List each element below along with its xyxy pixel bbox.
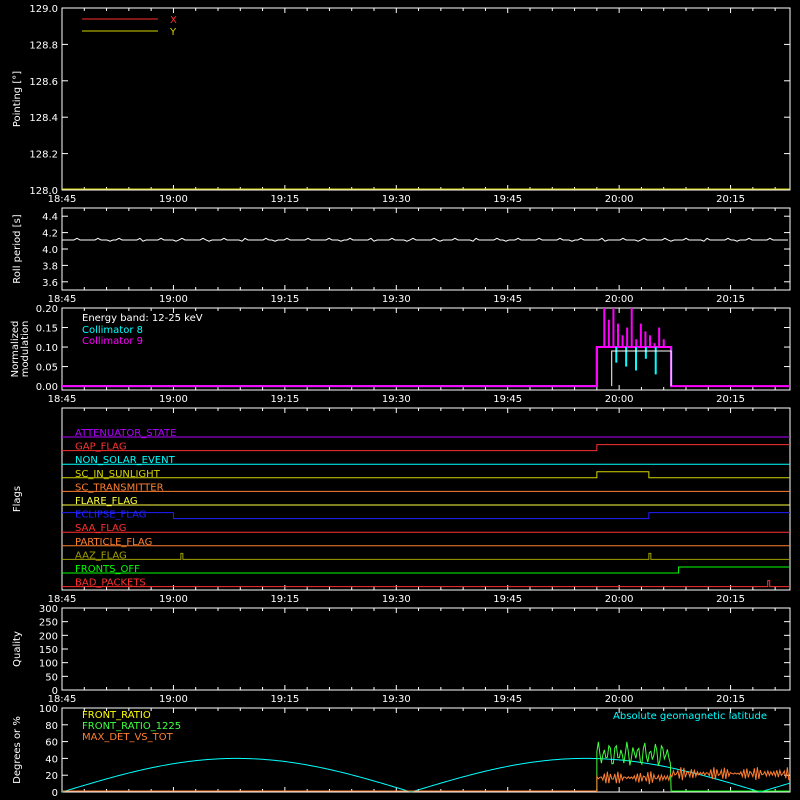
time-tick-label: 19:45 — [493, 194, 522, 205]
roll-ytick-label: 4.2 — [42, 229, 58, 240]
time-tick-label: 19:00 — [159, 394, 188, 405]
quality-ytick-label: 150 — [39, 645, 58, 656]
modulation-box — [611, 350, 672, 387]
geo-ytick-label: 20 — [45, 771, 58, 782]
time-tick-label: 19:45 — [493, 394, 522, 405]
time-tick-label: 20:00 — [605, 594, 634, 605]
time-tick-label: 19:15 — [270, 594, 299, 605]
modulation-series-2 — [62, 346, 790, 388]
geomagnetic-latitude-line — [61, 757, 791, 793]
quality-frame — [61, 607, 791, 691]
geo-ytick-label: 40 — [45, 754, 58, 765]
front-ratio-1225-line — [596, 741, 672, 793]
time-tick-label: 20:15 — [716, 194, 745, 205]
roll-frame — [61, 207, 791, 291]
modulation-ytick-label: 0.00 — [36, 382, 58, 393]
pointing-ytick-label: 129.0 — [29, 4, 58, 15]
time-tick-label: 20:15 — [716, 594, 745, 605]
time-tick-label: 20:15 — [716, 394, 745, 405]
time-tick-label: 19:30 — [382, 394, 411, 405]
modulation-ytick-label: 0.20 — [36, 304, 58, 315]
legend-label-ratio: FRONT_RATIO — [82, 710, 151, 721]
time-tick-label: 19:45 — [493, 294, 522, 305]
time-tick-label: 20:00 — [605, 394, 634, 405]
quality-ytick-label: 300 — [39, 604, 58, 615]
geo-ytick-label: 80 — [45, 721, 58, 732]
modulation-ytick-label: 0.05 — [36, 363, 58, 374]
time-tick-label: 19:30 — [382, 194, 411, 205]
quality-ylabel: Quality — [12, 631, 23, 667]
flag-line — [62, 512, 790, 520]
modulation-ytick-label: 0.10 — [36, 343, 58, 354]
flag-label: ECLIPSE_FLAG — [75, 510, 146, 521]
time-tick-label: 20:15 — [716, 294, 745, 305]
legend-label-ratio: MAX_DET_VS_TOT — [82, 732, 174, 743]
max-det-vs-tot-line — [596, 767, 790, 792]
legend-label-X: X — [170, 15, 177, 26]
time-tick-label: 19:15 — [270, 294, 299, 305]
legend-label-Y: Y — [169, 27, 177, 38]
flag-line — [62, 580, 790, 588]
roll-ylabel: Roll period [s] — [12, 214, 23, 283]
geo-ylabel: Degrees or % — [12, 716, 23, 784]
legend-label-ratio: FRONT_RATIO_1225 — [82, 721, 181, 732]
time-tick-label: 19:30 — [382, 594, 411, 605]
time-tick-label: 19:15 — [270, 694, 299, 705]
time-tick-label: 20:00 — [605, 694, 634, 705]
flag-line — [62, 566, 790, 574]
pointing-ytick-label: 128.4 — [29, 113, 58, 124]
time-tick-label: 20:00 — [605, 294, 634, 305]
time-tick-label: 20:15 — [716, 694, 745, 705]
legend-label-collimator: Collimator 8 — [82, 325, 143, 336]
time-tick-label: 19:15 — [270, 194, 299, 205]
flags-ylabel: Flags — [12, 486, 23, 512]
time-tick-label: 19:30 — [382, 694, 411, 705]
roll-period-line — [62, 237, 788, 242]
quality-ytick-label: 200 — [39, 631, 58, 642]
geomagnetic-label: Absolute geomagnetic latitude — [613, 711, 767, 722]
geo-ytick-label: 60 — [45, 738, 58, 749]
pointing-ylabel: Pointing [°] — [12, 71, 23, 127]
modulation-ylabel: modulation — [20, 321, 31, 378]
quality-ytick-label: 50 — [45, 672, 58, 683]
multi-panel-chart: 18:45 19:00 19:15 19:30 19:45 20:00 20:15 128.0… — [10, 4, 791, 799]
time-tick-label: 19:30 — [382, 294, 411, 305]
flag-line — [62, 444, 790, 452]
energy-band-label: Energy band: 12-25 keV — [82, 313, 203, 324]
quality-ytick-label: 100 — [39, 659, 58, 670]
time-tick-label: 19:45 — [493, 594, 522, 605]
time-tick-label: 19:00 — [159, 694, 188, 705]
pointing-ytick-label: 128.2 — [29, 150, 58, 161]
legend-label-collimator: Collimator 9 — [82, 336, 143, 347]
roll-ytick-label: 4.4 — [42, 212, 58, 223]
quality-ytick-label: 0 — [52, 686, 58, 697]
roll-ytick-label: 3.8 — [42, 261, 58, 272]
geo-ytick-label: 100 — [39, 704, 58, 715]
time-tick-label: 19:00 — [159, 294, 188, 305]
flag-line — [62, 552, 790, 560]
time-tick-label: 19:15 — [270, 394, 299, 405]
time-tick-label: 19:00 — [159, 594, 188, 605]
time-tick-label: 19:00 — [159, 194, 188, 205]
flag-line — [62, 471, 790, 479]
time-tick-label: 20:00 — [605, 194, 634, 205]
time-tick-label: 19:45 — [493, 694, 522, 705]
time-tick-label: 18:45 — [48, 394, 77, 405]
pointing-ytick-label: 128.0 — [29, 186, 58, 197]
roll-ytick-label: 3.6 — [42, 278, 58, 289]
roll-ytick-label: 4.0 — [42, 245, 58, 256]
modulation-ytick-label: 0.15 — [36, 324, 58, 335]
quality-ytick-label: 250 — [39, 618, 58, 629]
geo-ytick-label: 0 — [52, 788, 58, 799]
modulation-series-1 — [62, 346, 673, 388]
pointing-ytick-label: 128.6 — [29, 77, 58, 88]
pointing-ytick-label: 128.8 — [29, 40, 58, 51]
